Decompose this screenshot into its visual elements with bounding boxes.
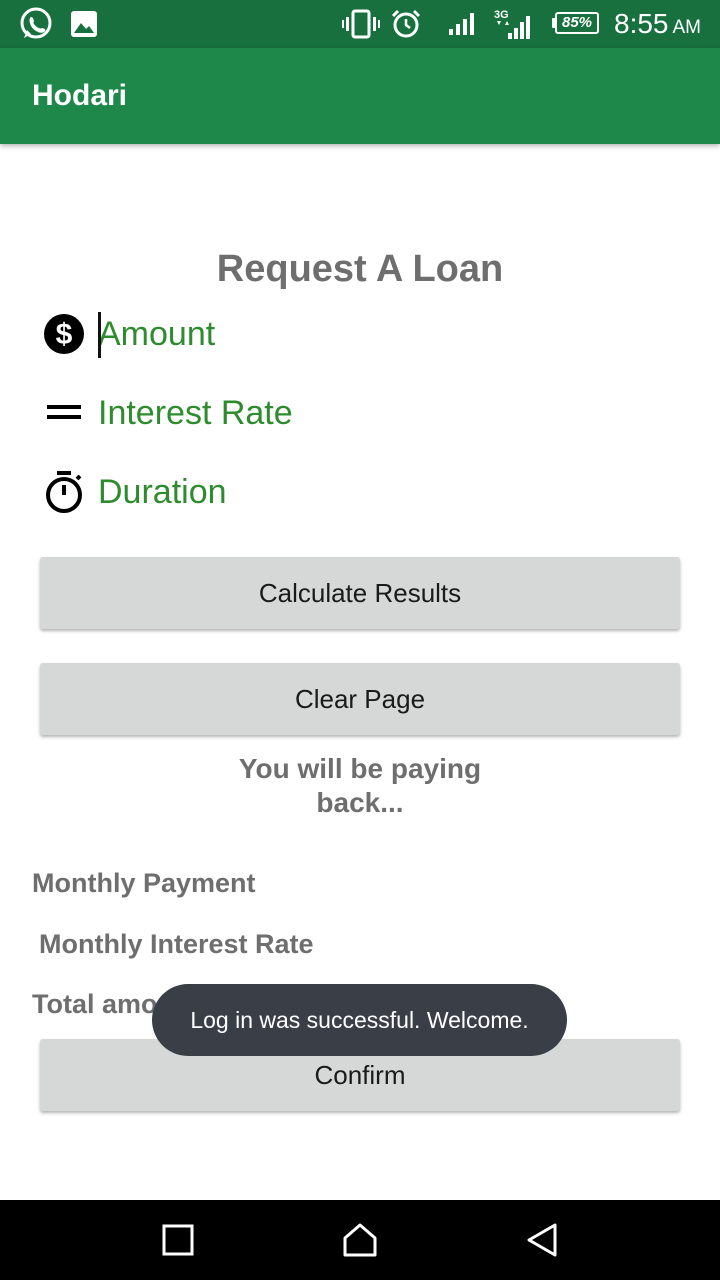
stopwatch-icon bbox=[40, 468, 88, 516]
pay-back-line1: You will be paying bbox=[238, 753, 482, 784]
interest-rate-input[interactable] bbox=[98, 383, 658, 443]
signal-icon bbox=[448, 0, 474, 48]
alarm-icon bbox=[391, 0, 421, 48]
amount-input[interactable] bbox=[98, 304, 658, 364]
home-button[interactable] bbox=[340, 1220, 380, 1260]
monthly-payment-label: Monthly Payment bbox=[32, 868, 256, 898]
whatsapp-icon bbox=[18, 0, 54, 48]
status-clock: 8:55 AM bbox=[614, 6, 701, 42]
calculate-results-button[interactable]: Calculate Results bbox=[40, 557, 680, 629]
text-cursor bbox=[98, 312, 101, 358]
battery-level: 85% bbox=[555, 12, 599, 34]
interest-field-row bbox=[40, 383, 680, 443]
vibrate-icon bbox=[342, 0, 380, 48]
equals-icon bbox=[40, 389, 88, 437]
image-icon bbox=[70, 0, 98, 48]
back-button[interactable] bbox=[522, 1220, 562, 1260]
duration-field-row bbox=[40, 462, 680, 522]
svg-text:$: $ bbox=[56, 318, 73, 351]
monthly-interest-label: Monthly Interest Rate bbox=[39, 929, 314, 959]
home-icon bbox=[343, 1223, 377, 1257]
dollar-icon: $ bbox=[40, 310, 88, 358]
page-title: Request A Loan bbox=[216, 248, 504, 290]
app-bar: Hodari bbox=[0, 48, 720, 144]
navigation-bar bbox=[0, 1200, 720, 1280]
status-bar: 3G 85% 8:55 AM bbox=[0, 0, 720, 48]
clock-time: 8:55 bbox=[614, 8, 669, 39]
pay-back-text: You will be paying back... bbox=[200, 752, 520, 820]
clock-ampm: AM bbox=[672, 17, 702, 38]
amount-field-row: $ bbox=[40, 304, 680, 364]
clear-page-button[interactable]: Clear Page bbox=[40, 663, 680, 735]
square-icon bbox=[162, 1224, 194, 1256]
toast-message: Log in was successful. Welcome. bbox=[152, 984, 567, 1056]
signal-3g-icon: 3G bbox=[494, 0, 532, 48]
back-triangle-icon bbox=[527, 1223, 557, 1257]
svg-text:3G: 3G bbox=[494, 9, 509, 21]
recents-button[interactable] bbox=[158, 1220, 198, 1260]
duration-input[interactable] bbox=[98, 462, 658, 522]
app-title: Hodari bbox=[32, 79, 128, 112]
pay-back-line2: back... bbox=[316, 787, 404, 818]
